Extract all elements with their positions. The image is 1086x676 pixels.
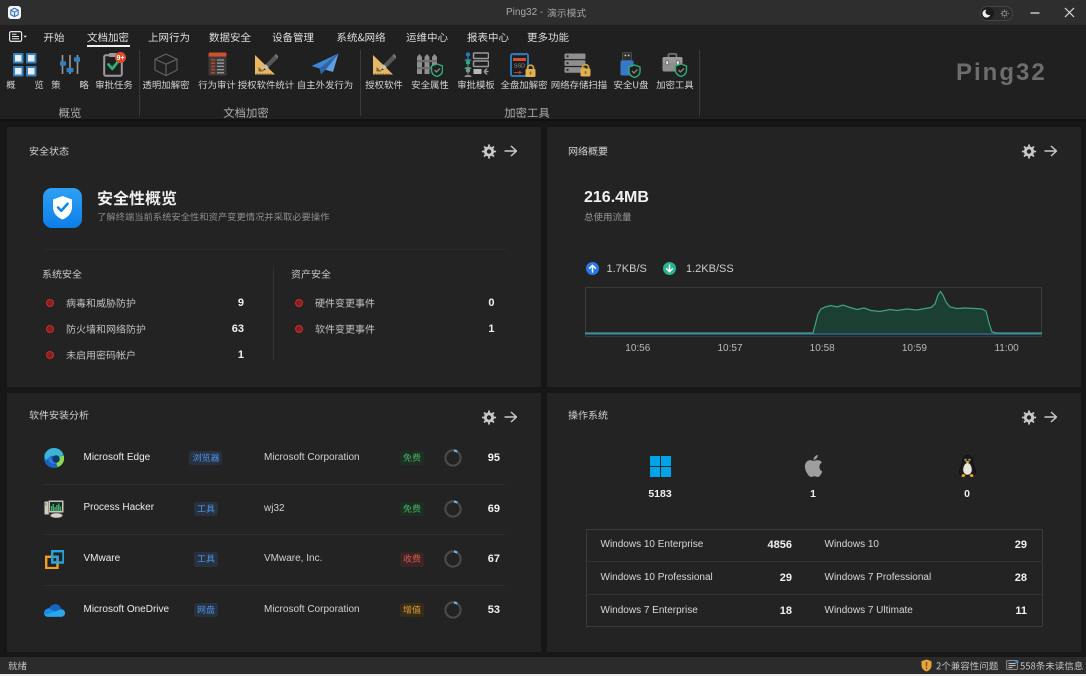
- svg-text:SSD: SSD: [513, 63, 524, 69]
- svg-text:9+: 9+: [117, 55, 125, 62]
